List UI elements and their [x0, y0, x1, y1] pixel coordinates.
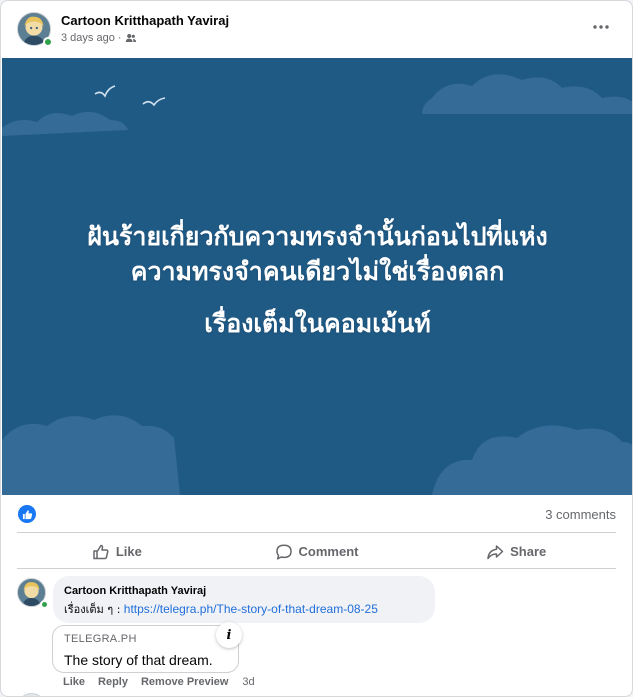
link-preview-card[interactable]: TELEGRA.PH The story of that dream.	[52, 625, 239, 673]
post-header: Cartoon Kritthapath Yaviraj 3 days ago ·	[1, 1, 632, 57]
online-status-dot	[40, 600, 49, 609]
like-button[interactable]: Like	[17, 535, 217, 568]
comment-bubble: Cartoon Kritthapath Yaviraj เรื่องเต็ม ๆ…	[53, 576, 435, 623]
post-banner-image[interactable]: ฝันร้ายเกี่ยวกับความทรงจำนั้นก่อนไปที่แห…	[2, 58, 632, 495]
divider	[17, 568, 616, 569]
online-status-dot	[43, 37, 53, 47]
comment-like-button[interactable]: Like	[63, 676, 85, 688]
share-button[interactable]: Share	[416, 535, 616, 568]
comment-reply-button[interactable]: Reply	[98, 676, 128, 688]
comments-count[interactable]: 3 comments	[545, 507, 616, 522]
like-reaction-icon[interactable]	[18, 505, 36, 523]
divider	[17, 532, 616, 533]
like-outline-icon	[93, 544, 109, 559]
remove-preview-button[interactable]: Remove Preview	[141, 676, 228, 688]
comment-author-name[interactable]: Cartoon Kritthapath Yaviraj	[64, 584, 424, 598]
banner-text-line-3: เรื่องเต็มในคอมเม้นท์	[204, 309, 431, 338]
comment-author-avatar[interactable]	[17, 578, 49, 609]
next-comment-avatar[interactable]	[17, 693, 46, 696]
comment-text: เรื่องเต็ม ๆ : https://telegra.ph/The-st…	[64, 600, 424, 619]
like-button-label: Like	[115, 544, 142, 559]
share-button-label: Share	[510, 544, 547, 559]
meta-separator: ·	[117, 32, 122, 44]
banner-text-line-1: ฝันร้ายเกี่ยวกับความทรงจำนั้นก่อนไปที่แห…	[87, 222, 548, 251]
post-actions-bar: Like Comment Share	[17, 535, 616, 568]
friends-icon[interactable]	[125, 32, 137, 44]
comment-button-label: Comment	[298, 544, 359, 559]
more-horizontal-icon	[593, 25, 609, 29]
more-options-button[interactable]	[588, 17, 614, 37]
preview-domain: TELEGRA.PH	[64, 633, 137, 645]
thumbs-up-icon	[22, 509, 32, 519]
preview-title: The story of that dream.	[64, 652, 213, 668]
comment-link[interactable]: https://telegra.ph/The-story-of-that-dre…	[124, 602, 378, 616]
post-card: Cartoon Kritthapath Yaviraj 3 days ago ·	[0, 0, 633, 697]
share-outline-icon	[487, 544, 504, 559]
post-time[interactable]: 3 days ago	[61, 32, 115, 44]
post-meta: 3 days ago ·	[61, 32, 137, 44]
comment-button[interactable]: Comment	[217, 535, 417, 568]
author-avatar[interactable]	[17, 12, 53, 47]
comment-actions: Like Reply Remove Preview 3d	[63, 676, 255, 688]
banner-text-line-2: ความทรงจำคนเดียวไม่ใช่เรื่องตลก	[130, 257, 505, 286]
post-author-name[interactable]: Cartoon Kritthapath Yaviraj	[61, 13, 229, 28]
comment-outline-icon	[275, 543, 292, 560]
comment-text-prefix: เรื่องเต็ม ๆ :	[64, 603, 121, 616]
reactions-row: 3 comments	[1, 495, 632, 533]
info-icon[interactable]: i	[216, 622, 242, 648]
comment-time[interactable]: 3d	[242, 676, 254, 688]
